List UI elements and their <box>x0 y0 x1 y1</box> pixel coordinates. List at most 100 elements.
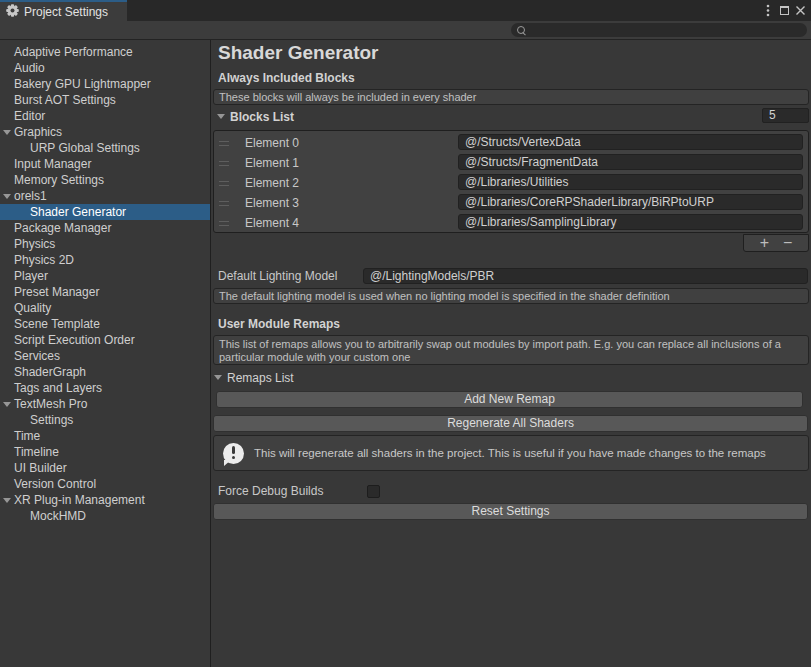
sidebar-item-label: Memory Settings <box>0 173 104 187</box>
reset-settings-button[interactable]: Reset Settings <box>213 503 808 520</box>
sidebar-item-label: Timeline <box>0 445 59 459</box>
drag-handle-icon[interactable] <box>219 161 229 169</box>
sidebar-item-bakery-gpu-lightmapper[interactable]: Bakery GPU Lightmapper <box>0 76 210 92</box>
sidebar-item-label: Audio <box>0 61 45 75</box>
tab-project-settings[interactable]: Project Settings <box>0 0 127 21</box>
element-value-field[interactable]: @/Libraries/Utilities <box>458 174 803 190</box>
foldout-arrow-icon[interactable] <box>3 402 11 407</box>
sidebar-item-time[interactable]: Time <box>0 428 210 444</box>
search-input[interactable] <box>511 23 807 37</box>
sidebar-item-timeline[interactable]: Timeline <box>0 444 210 460</box>
sidebar-item-label: UI Builder <box>0 461 67 475</box>
foldout-arrow-icon[interactable] <box>3 194 11 199</box>
sidebar-item-quality[interactable]: Quality <box>0 300 210 316</box>
add-element-button[interactable]: + <box>760 235 769 251</box>
sidebar-item-label: Script Execution Order <box>0 333 135 347</box>
sidebar-item-label: Preset Manager <box>0 285 99 299</box>
element-value-field[interactable]: @/Libraries/CoreRPShaderLibrary/BiRPtoUR… <box>458 194 803 210</box>
sidebar-item-memory-settings[interactable]: Memory Settings <box>0 172 210 188</box>
default-lighting-model-label: Default Lighting Model <box>218 269 337 283</box>
sidebar-item-ui-builder[interactable]: UI Builder <box>0 460 210 476</box>
maximize-icon[interactable] <box>776 0 792 21</box>
blocks-list-label: Blocks List <box>217 110 294 124</box>
element-label: Element 4 <box>245 216 299 230</box>
blocks-list-row: Element 2@/Libraries/Utilities <box>214 173 808 193</box>
settings-sidebar: Adaptive Performance Audio Bakery GPU Ligh… <box>0 40 211 667</box>
add-new-remap-button[interactable]: Add New Remap <box>216 391 803 408</box>
drag-handle-icon[interactable] <box>219 181 229 189</box>
default-lighting-model-field[interactable]: @/LightingModels/PBR <box>363 268 808 284</box>
blocks-list-foldout[interactable]: Blocks List <box>217 109 294 125</box>
sidebar-item-label: Player <box>0 269 48 283</box>
blocks-list-row: Element 1@/Structs/FragmentData <box>214 153 808 173</box>
always-included-helpbox: These blocks will always be included in … <box>213 89 809 105</box>
drag-handle-icon[interactable] <box>219 201 229 209</box>
window-controls <box>760 0 811 21</box>
sidebar-item-preset-manager[interactable]: Preset Manager <box>0 284 210 300</box>
close-icon[interactable] <box>792 0 808 21</box>
sidebar-item-input-manager[interactable]: Input Manager <box>0 156 210 172</box>
sidebar-item-version-control[interactable]: Version Control <box>0 476 210 492</box>
sidebar-item-label: Adaptive Performance <box>0 45 133 59</box>
drag-handle-icon[interactable] <box>219 221 229 229</box>
sidebar-item-label: Package Manager <box>0 221 111 235</box>
user-module-remaps-label: User Module Remaps <box>218 317 340 331</box>
foldout-arrow-icon <box>217 114 225 119</box>
sidebar-item-tags-and-layers[interactable]: Tags and Layers <box>0 380 210 396</box>
blocks-list-footer: + − <box>743 234 809 252</box>
element-value-field[interactable]: @/Structs/FragmentData <box>458 154 803 170</box>
force-debug-builds-label: Force Debug Builds <box>218 484 323 498</box>
sidebar-item-label: Quality <box>0 301 51 315</box>
sidebar-item-player[interactable]: Player <box>0 268 210 284</box>
regenerate-info-box: This will regenerate all shaders in the … <box>213 435 809 471</box>
sidebar-item-settings[interactable]: Settings <box>0 412 210 428</box>
regenerate-info-text: This will regenerate all shaders in the … <box>254 447 766 459</box>
blocks-list-count[interactable]: 5 <box>762 108 809 123</box>
sidebar-item-package-manager[interactable]: Package Manager <box>0 220 210 236</box>
gear-icon <box>6 4 19 19</box>
blocks-list-row: Element 3@/Libraries/CoreRPShaderLibrary… <box>214 193 808 213</box>
sidebar-item-label: Shader Generator <box>0 205 126 219</box>
sidebar-item-editor[interactable]: Editor <box>0 108 210 124</box>
sidebar-item-orels1[interactable]: orels1 <box>0 188 210 204</box>
sidebar-item-adaptive-performance[interactable]: Adaptive Performance <box>0 44 210 60</box>
main-panel: Shader Generator Always Included Blocks … <box>211 40 811 667</box>
menu-icon[interactable] <box>760 0 776 21</box>
sidebar-item-shadergraph[interactable]: ShaderGraph <box>0 364 210 380</box>
sidebar-item-label: Bakery GPU Lightmapper <box>0 77 151 91</box>
remaps-list-foldout[interactable]: Remaps List <box>214 370 294 386</box>
sidebar-item-label: Settings <box>0 413 73 427</box>
foldout-arrow-icon[interactable] <box>3 130 11 135</box>
foldout-arrow-icon[interactable] <box>3 498 11 503</box>
sidebar-item-audio[interactable]: Audio <box>0 60 210 76</box>
sidebar-item-burst-aot-settings[interactable]: Burst AOT Settings <box>0 92 210 108</box>
sidebar-item-label: Physics <box>0 237 55 251</box>
sidebar-item-label: ShaderGraph <box>0 365 86 379</box>
sidebar-item-graphics[interactable]: Graphics <box>0 124 210 140</box>
element-value-field[interactable]: @/Libraries/SamplingLibrary <box>458 214 803 230</box>
sidebar-item-label: Time <box>0 429 40 443</box>
remaps-helpbox: This list of remaps allows you to arbitr… <box>213 335 809 365</box>
regenerate-all-shaders-button[interactable]: Regenerate All Shaders <box>213 415 808 432</box>
drag-handle-icon[interactable] <box>219 141 229 149</box>
sidebar-item-shader-generator[interactable]: Shader Generator <box>0 204 210 220</box>
sidebar-item-physics-2d[interactable]: Physics 2D <box>0 252 210 268</box>
element-value-field[interactable]: @/Structs/VertexData <box>458 134 803 150</box>
toolbar <box>0 21 811 40</box>
sidebar-item-label: Scene Template <box>0 317 100 331</box>
sidebar-item-textmesh-pro[interactable]: TextMesh Pro <box>0 396 210 412</box>
search-icon <box>516 25 526 35</box>
sidebar-item-script-execution-order[interactable]: Script Execution Order <box>0 332 210 348</box>
sidebar-item-xr-plug-in-management[interactable]: XR Plug-in Management <box>0 492 210 508</box>
sidebar-item-mockhmd[interactable]: MockHMD <box>0 508 210 524</box>
sidebar-item-urp-global-settings[interactable]: URP Global Settings <box>0 140 210 156</box>
sidebar-item-label: Tags and Layers <box>0 381 102 395</box>
remove-element-button[interactable]: − <box>783 235 792 251</box>
page-title: Shader Generator <box>218 42 379 64</box>
sidebar-item-services[interactable]: Services <box>0 348 210 364</box>
sidebar-item-physics[interactable]: Physics <box>0 236 210 252</box>
force-debug-builds-checkbox[interactable] <box>367 485 380 498</box>
sidebar-item-label: TextMesh Pro <box>0 397 87 411</box>
sidebar-item-scene-template[interactable]: Scene Template <box>0 316 210 332</box>
sidebar-item-label: Burst AOT Settings <box>0 93 116 107</box>
